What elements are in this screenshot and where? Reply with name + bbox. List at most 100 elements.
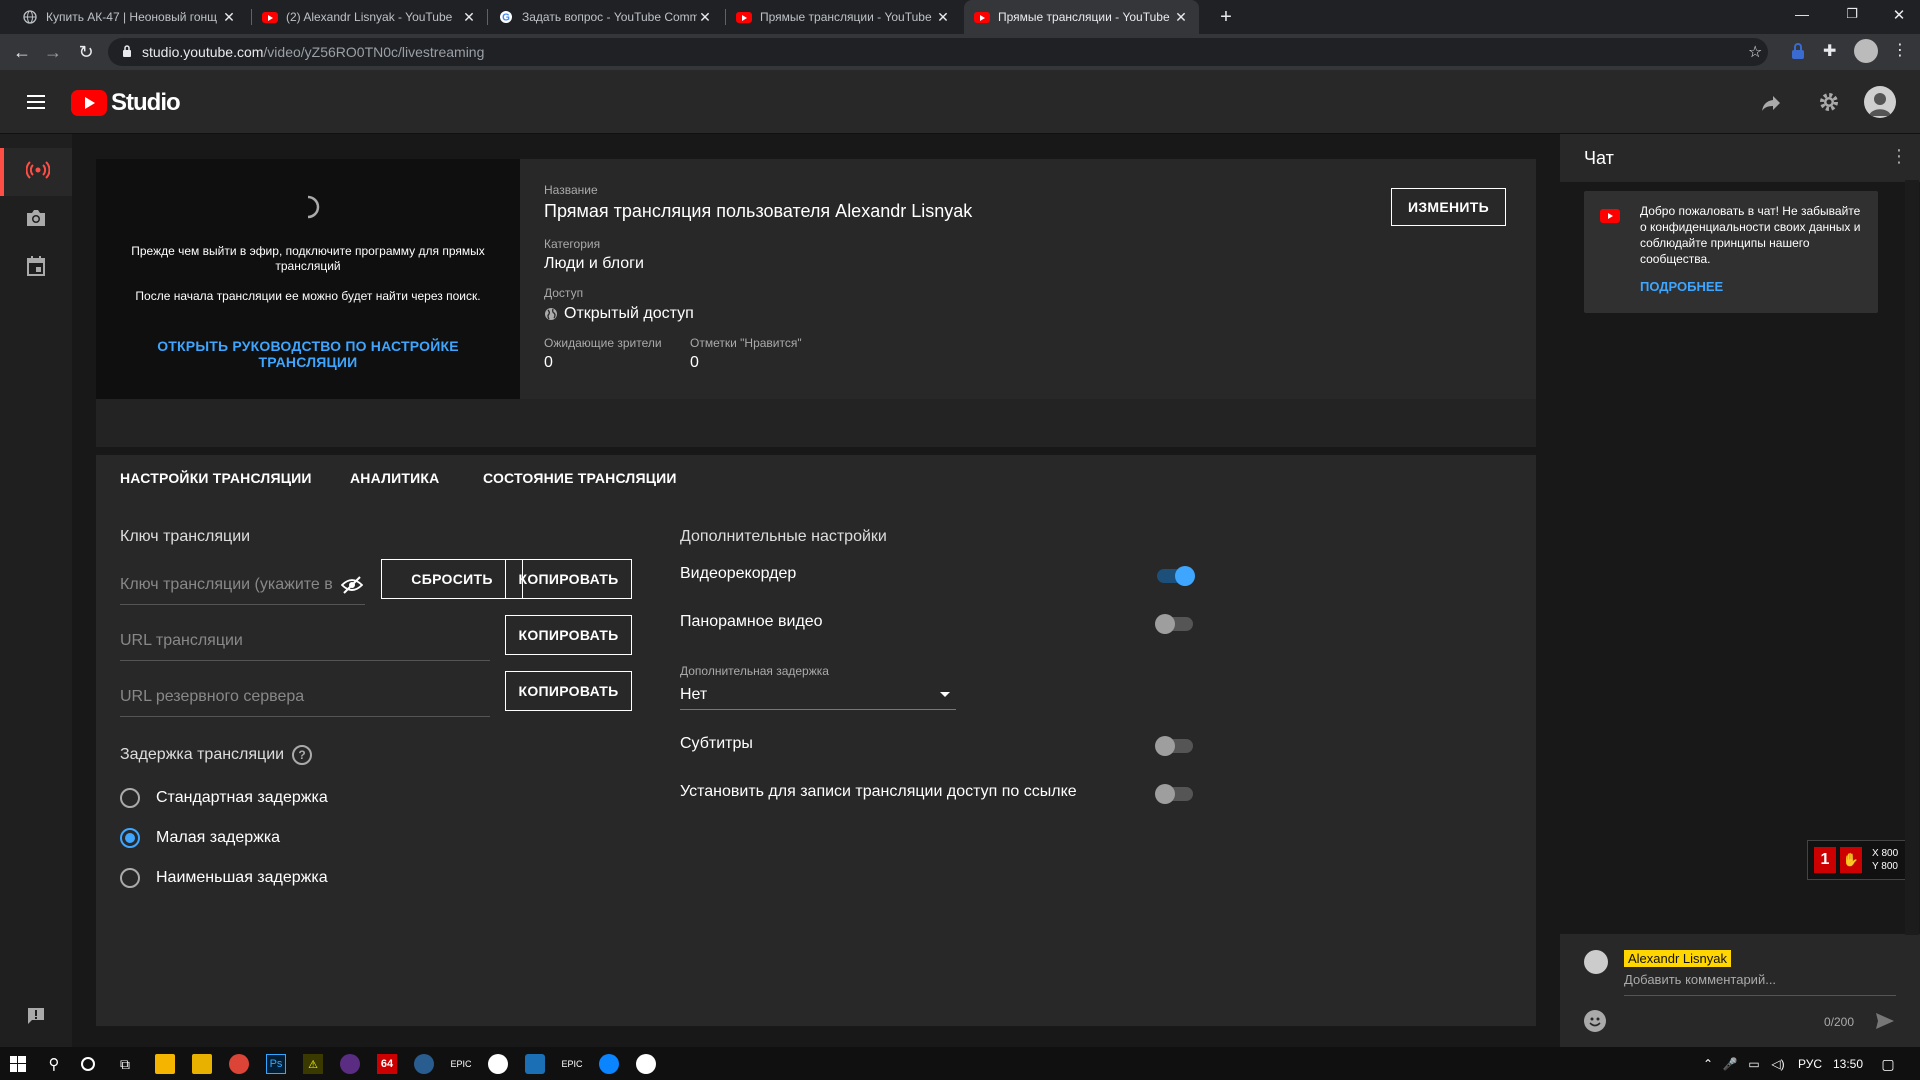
reset-key-button[interactable]: СБРОСИТЬ xyxy=(381,559,523,599)
manage-nav-item[interactable] xyxy=(0,244,72,292)
stream-url-input[interactable]: URL трансляции xyxy=(120,621,490,661)
epic-games-icon[interactable]: EPIC xyxy=(451,1054,472,1074)
extensions-puzzle-icon[interactable]: ✚ xyxy=(1823,41,1843,61)
browser-tab-4[interactable]: Прямые трансляции - YouTube ✕ xyxy=(726,0,961,34)
studio-logo[interactable]: Studio xyxy=(71,89,181,117)
calendar-icon xyxy=(26,255,46,282)
copy-backup-url-button[interactable]: КОПИРОВАТЬ xyxy=(505,671,632,711)
app-64-icon[interactable]: 64 xyxy=(377,1054,397,1074)
close-icon[interactable]: ✕ xyxy=(935,9,951,26)
clock[interactable]: 13:50 xyxy=(1833,1057,1863,1071)
share-icon[interactable] xyxy=(1759,91,1783,115)
unlisted-recording-toggle[interactable] xyxy=(1155,784,1193,804)
setup-guide-link[interactable]: ОТКРЫТЬ РУКОВОДСТВО ПО НАСТРОЙКЕ ТРАНСЛЯ… xyxy=(106,338,510,370)
app-blue-icon[interactable] xyxy=(599,1054,619,1074)
copy-key-button[interactable]: КОПИРОВАТЬ xyxy=(505,559,632,599)
help-icon[interactable]: ? xyxy=(292,745,313,765)
microphone-icon[interactable]: 🎤 xyxy=(1720,1054,1740,1074)
app-bird-icon[interactable] xyxy=(525,1054,545,1074)
network-icon[interactable]: ▭ xyxy=(1744,1054,1764,1074)
radio-ultra-low-latency[interactable] xyxy=(120,868,140,888)
task-view-icon[interactable]: ⧉ xyxy=(115,1054,135,1074)
radio-standard-latency-label: Стандартная задержка xyxy=(156,789,328,806)
radio-low-latency[interactable] xyxy=(120,828,140,848)
tab-stream-health[interactable]: СОСТОЯНИЕ ТРАНСЛЯЦИИ xyxy=(483,470,677,486)
backup-url-input[interactable]: URL резервного сервера xyxy=(120,677,490,717)
browser-tab-5-active[interactable]: Прямые трансляции - YouTube ✕ xyxy=(964,0,1199,34)
hamburger-menu-icon[interactable] xyxy=(24,90,48,114)
learn-more-link[interactable]: ПОДРОБНЕЕ xyxy=(1640,279,1723,294)
reload-icon[interactable]: ↻ xyxy=(74,40,98,64)
more-vert-icon[interactable]: ⋮ xyxy=(1892,40,1908,64)
restore-icon[interactable]: ❐ xyxy=(1842,6,1862,26)
chat-scrollbar[interactable] xyxy=(1905,180,1919,935)
emoji-icon[interactable] xyxy=(1584,1010,1606,1032)
steam-icon[interactable] xyxy=(488,1054,508,1074)
browser-tab-3[interactable]: G Задать вопрос - YouTube Comm ✕ xyxy=(488,0,723,34)
chat-comment-input[interactable]: Добавить комментарий... xyxy=(1624,972,1896,996)
lock-extension-icon[interactable] xyxy=(1790,42,1810,62)
dvr-toggle[interactable] xyxy=(1157,566,1195,586)
access-label: Доступ xyxy=(544,286,584,300)
browser-toolbar: ← → ↻ studio.youtube.com/video/yZ56RO0TN… xyxy=(0,34,1920,70)
extra-delay-select[interactable]: Нет xyxy=(680,680,956,710)
live-nav-item[interactable] xyxy=(0,148,72,196)
stream-info: Название Прямая трансляция пользователя … xyxy=(520,159,1536,399)
browser-tab-2[interactable]: (2) Alexandr Lisnyak - YouTube ✕ xyxy=(252,0,487,34)
new-tab-button[interactable]: + xyxy=(1214,5,1238,29)
close-icon[interactable]: ✕ xyxy=(221,9,237,26)
visibility-off-icon[interactable] xyxy=(341,575,363,594)
browser-tab-1[interactable]: Купить АК-47 | Неоновый гонщ ✕ xyxy=(12,0,247,34)
forward-arrow-icon[interactable]: → xyxy=(41,40,65,64)
cortana-icon[interactable] xyxy=(78,1054,98,1074)
close-icon[interactable]: ✕ xyxy=(697,9,713,26)
waiting-viewers-value: 0 xyxy=(544,354,553,371)
app-purple-icon[interactable] xyxy=(340,1054,360,1074)
stream-key-input[interactable]: Ключ трансляции (укажите в xyxy=(120,565,365,605)
cursor-coords: X 800 Y 800 xyxy=(1872,847,1898,873)
notifications-icon[interactable]: ▢ xyxy=(1878,1054,1898,1074)
webcam-nav-item[interactable] xyxy=(0,196,72,244)
copy-url-button[interactable]: КОПИРОВАТЬ xyxy=(505,615,632,655)
epic-games-2-icon[interactable]: EPIC xyxy=(562,1054,583,1074)
radio-standard-latency[interactable] xyxy=(120,788,140,808)
media-player-icon[interactable] xyxy=(155,1054,175,1074)
360-video-toggle[interactable] xyxy=(1155,614,1193,634)
minimize-icon[interactable]: — xyxy=(1792,6,1812,26)
account-avatar[interactable] xyxy=(1864,86,1896,118)
close-icon[interactable]: ✕ xyxy=(461,9,477,26)
stream-key-placeholder: Ключ трансляции (укажите в xyxy=(120,575,333,593)
url-path: /video/yZ56RO0TN0c/livestreaming xyxy=(263,44,485,60)
subtitles-toggle[interactable] xyxy=(1155,736,1193,756)
edit-button[interactable]: ИЗМЕНИТЬ xyxy=(1391,188,1506,226)
windows-start-icon[interactable] xyxy=(8,1054,28,1074)
youtube-logo-icon xyxy=(71,90,107,116)
address-bar[interactable]: studio.youtube.com/video/yZ56RO0TN0c/liv… xyxy=(108,38,1768,66)
language-indicator[interactable]: РУС xyxy=(1798,1057,1822,1071)
chrome-icon[interactable] xyxy=(229,1054,249,1074)
close-icon[interactable]: ✕ xyxy=(1173,9,1189,26)
category-label: Категория xyxy=(544,237,601,251)
profile-avatar[interactable] xyxy=(1854,39,1878,63)
file-explorer-icon[interactable] xyxy=(192,1054,212,1074)
feedback-nav-item[interactable] xyxy=(0,994,72,1042)
backup-url-placeholder: URL резервного сервера xyxy=(120,687,305,705)
globe-icon xyxy=(544,307,558,321)
app-warning-icon[interactable]: ⚠ xyxy=(303,1054,323,1074)
browser-tab-label: Купить АК-47 | Неоновый гонщ xyxy=(46,10,218,24)
star-icon[interactable]: ☆ xyxy=(1748,42,1762,62)
window-close-icon[interactable]: ✕ xyxy=(1889,6,1909,26)
app-blue-circle-icon[interactable] xyxy=(414,1054,434,1074)
photoshop-icon[interactable]: Ps xyxy=(266,1054,286,1074)
send-icon[interactable] xyxy=(1874,1010,1896,1032)
settings-gear-icon[interactable] xyxy=(1817,90,1841,114)
back-arrow-icon[interactable]: ← xyxy=(10,40,34,64)
chat-more-vert-icon[interactable]: ⋮ xyxy=(1890,146,1908,167)
search-icon[interactable]: ⚲ xyxy=(44,1054,64,1074)
tab-analytics[interactable]: АНАЛИТИКА xyxy=(350,470,439,486)
volume-icon[interactable]: ◁) xyxy=(1768,1054,1788,1074)
chevron-up-icon[interactable]: ⌃ xyxy=(1698,1054,1718,1074)
tab-stream-settings[interactable]: НАСТРОЙКИ ТРАНСЛЯЦИИ xyxy=(120,470,312,486)
steam-2-icon[interactable] xyxy=(636,1054,656,1074)
extra-delay-label: Дополнительная задержка xyxy=(680,664,829,678)
